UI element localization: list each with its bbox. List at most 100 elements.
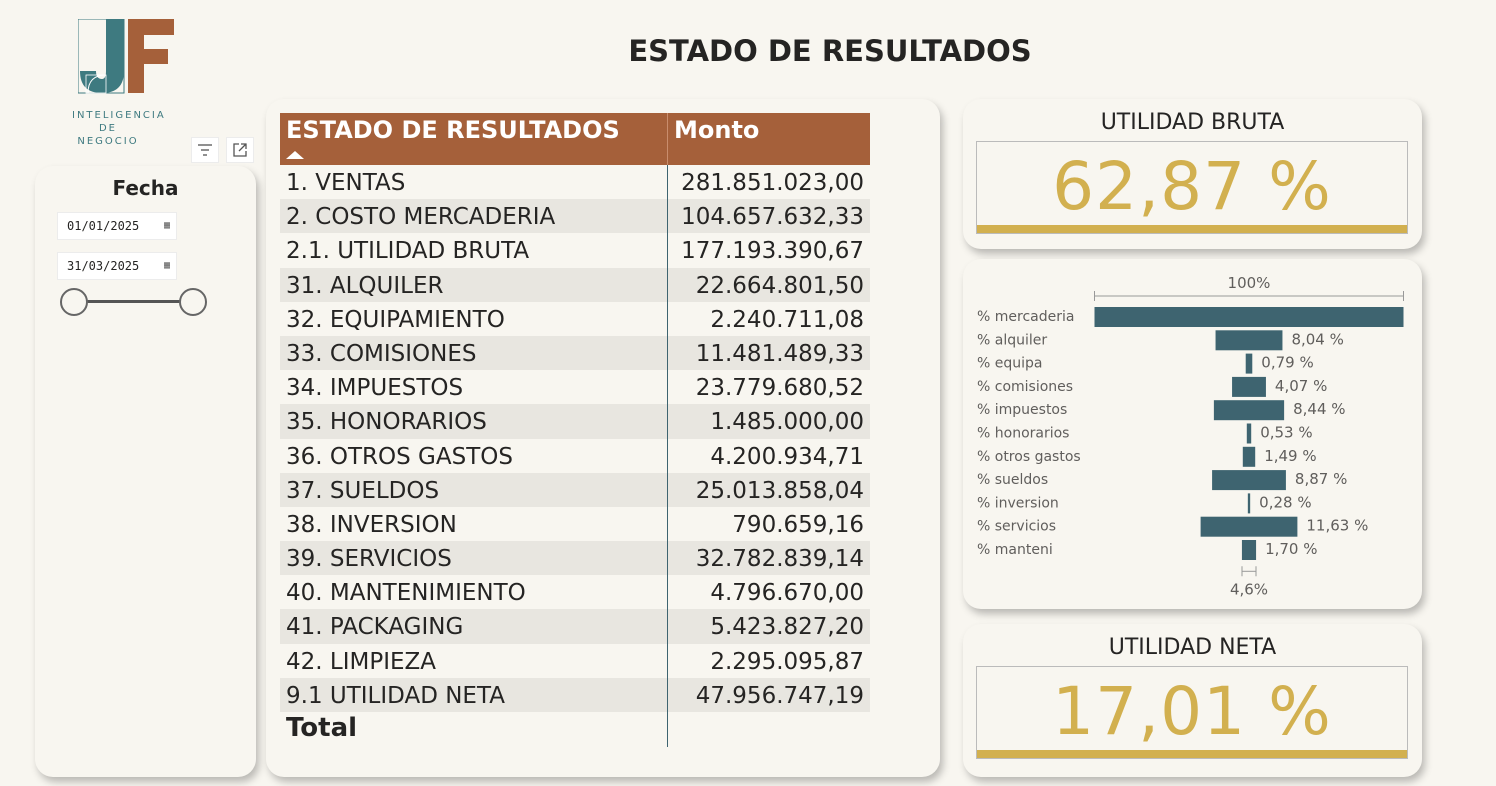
row-value: 22.664.801,50 xyxy=(695,272,864,299)
slider-end-handle[interactable] xyxy=(179,288,207,316)
bar-data-label: 11,63 % xyxy=(1306,517,1368,535)
row-value: 11.481.489,33 xyxy=(695,340,864,367)
table-row[interactable]: 38. INVERSION 790.659,16 xyxy=(280,507,870,541)
logo-tagline: INTELIGENCIA DE NEGOCIO xyxy=(72,109,166,148)
bar-data-label: 8,04 % xyxy=(1291,330,1343,348)
jf-logo-icon xyxy=(78,19,174,94)
sort-ascending-icon[interactable] xyxy=(286,151,304,159)
table-row[interactable]: 34. IMPUESTOS 23.779.680,52 xyxy=(280,370,870,404)
row-value: 4.200.934,71 xyxy=(710,443,864,470)
row-name: 40. MANTENIMIENTO xyxy=(286,580,526,607)
table-row[interactable]: 32. EQUIPAMIENTO 2.240.711,08 xyxy=(280,302,870,336)
kpi-value: 62,87 % xyxy=(1052,148,1332,225)
table-body: 1. VENTAS 281.851.023,00 2. COSTO MERCADER… xyxy=(280,165,870,712)
bar-data-label: 1,70 % xyxy=(1265,540,1317,558)
slider-start-handle[interactable] xyxy=(60,288,88,316)
table-row[interactable]: 35. HONORARIOS 1.485.000,00 xyxy=(280,404,870,439)
row-value: 177.193.390,67 xyxy=(681,238,864,265)
row-name: 37. SUELDOS xyxy=(286,477,440,504)
bar-category-label: % sueldos xyxy=(977,472,1048,488)
row-name: 9.1 UTILIDAD NETA xyxy=(286,682,505,709)
row-name: 36. OTROS GASTOS xyxy=(286,443,513,470)
row-value: 47.956.747,19 xyxy=(695,682,864,709)
kpi-card-utilidad-neta: UTILIDAD NETA 17,01 % xyxy=(963,624,1422,777)
row-value: 5.423.827,20 xyxy=(710,614,864,641)
bar-category-label: % comisiones xyxy=(977,379,1073,395)
table-row[interactable]: 31. ALQUILER 22.664.801,50 xyxy=(280,267,870,302)
bar-category-label: % otros gastos xyxy=(977,449,1081,465)
table-row[interactable]: 9.1 UTILIDAD NETA 47.956.747,19 xyxy=(280,677,870,712)
table-row[interactable]: 36. OTROS GASTOS 4.200.934,71 xyxy=(280,439,870,473)
row-value: 25.013.858,04 xyxy=(695,477,864,504)
row-name: 42. LIMPIEZA xyxy=(286,648,437,675)
row-value: 4.796.670,00 xyxy=(710,580,864,607)
bar xyxy=(1241,540,1257,560)
kpi-value-box: 17,01 % xyxy=(976,666,1408,759)
row-name: 31. ALQUILER xyxy=(286,272,444,299)
bottom-bracket-label: 4,6% xyxy=(1230,580,1268,598)
logo-line2: DE NEGOCIO xyxy=(77,123,139,147)
focus-mode-button[interactable] xyxy=(226,137,254,163)
start-date-value: 01/01/2025 xyxy=(67,219,140,233)
page-title: ESTADO DE RESULTADOS xyxy=(628,34,1032,68)
end-date-input[interactable]: 31/03/2025 ▦ xyxy=(57,252,177,280)
bar-category-label: % inversion xyxy=(977,495,1059,511)
slicer-title: Fecha xyxy=(112,176,179,200)
table-row[interactable]: 33. COMISIONES 11.481.489,33 xyxy=(280,335,870,371)
column-header-name-label: ESTADO DE RESULTADOS xyxy=(286,116,620,144)
row-name: 32. EQUIPAMIENTO xyxy=(286,306,505,333)
table-row[interactable]: 37. SUELDOS 25.013.858,04 xyxy=(280,472,870,507)
bar xyxy=(1245,353,1253,374)
table-row[interactable]: 2. COSTO MERCADERIA 104.657.632,33 xyxy=(280,199,870,234)
start-date-input[interactable]: 01/01/2025 ▦ xyxy=(57,212,177,240)
column-header-value[interactable]: Monto xyxy=(667,113,870,165)
calendar-icon[interactable]: ▦ xyxy=(164,213,170,239)
kpi-accent-bar xyxy=(977,225,1407,233)
logo-line1: INTELIGENCIA xyxy=(72,110,166,121)
row-value: 23.779.680,52 xyxy=(695,375,864,402)
bar xyxy=(1215,330,1283,351)
bar-chart-svg: 100% % mercaderia % alquiler 8,04 % % equipa… xyxy=(977,274,1404,598)
table-row[interactable]: 40. MANTENIMIENTO 4.796.670,00 xyxy=(280,575,870,609)
date-slicer: Fecha 01/01/2025 ▦ 31/03/2025 ▦ xyxy=(35,166,256,777)
total-label: Total xyxy=(286,713,358,743)
end-date-value: 31/03/2025 xyxy=(67,259,140,273)
bar xyxy=(1200,516,1298,537)
calendar-icon[interactable]: ▦ xyxy=(164,253,170,279)
filter-icon xyxy=(198,144,212,156)
bar-data-label: 0,79 % xyxy=(1261,354,1313,372)
row-name: 34. IMPUESTOS xyxy=(286,375,464,402)
column-header-name[interactable]: ESTADO DE RESULTADOS xyxy=(280,113,667,165)
date-range-slider-track[interactable] xyxy=(75,300,195,303)
bar xyxy=(1232,376,1266,397)
bar xyxy=(1212,470,1286,491)
table-header: ESTADO DE RESULTADOS Monto xyxy=(280,113,870,165)
kpi-title: UTILIDAD BRUTA xyxy=(1100,110,1285,135)
bar xyxy=(1247,493,1251,514)
row-value: 2.240.711,08 xyxy=(710,306,864,333)
bar xyxy=(1213,400,1285,421)
top-bracket-label: 100% xyxy=(1228,274,1271,292)
company-logo: INTELIGENCIA DE NEGOCIO xyxy=(72,16,182,147)
income-statement-table-card: ESTADO DE RESULTADOS Monto 1. VENTAS 281.… xyxy=(266,99,940,777)
row-value: 790.659,16 xyxy=(732,511,864,538)
column-divider xyxy=(667,165,668,747)
kpi-value: 17,01 % xyxy=(1052,673,1332,750)
filter-button[interactable] xyxy=(191,137,219,163)
bar-category-label: % impuestos xyxy=(977,402,1067,418)
bar-data-label: 1,49 % xyxy=(1264,447,1316,465)
row-name: 41. PACKAGING xyxy=(286,614,464,641)
bar xyxy=(1246,423,1252,444)
table-row[interactable]: 39. SERVICIOS 32.782.839,14 xyxy=(280,541,870,576)
table-row[interactable]: 2.1. UTILIDAD BRUTA 177.193.390,67 xyxy=(280,233,870,267)
table-row[interactable]: 42. LIMPIEZA 2.295.095,87 xyxy=(280,644,870,678)
bar-category-label: % mercaderia xyxy=(977,309,1074,325)
bar-category-label: % honorarios xyxy=(977,426,1069,442)
table-row[interactable]: 41. PACKAGING 5.423.827,20 xyxy=(280,609,870,644)
expense-percentage-chart: 100% % mercaderia % alquiler 8,04 % % equipa… xyxy=(963,259,1422,609)
row-value: 32.782.839,14 xyxy=(695,546,864,573)
table-row[interactable]: 1. VENTAS 281.851.023,00 xyxy=(280,165,870,199)
bar-category-label: % alquiler xyxy=(977,332,1047,348)
row-name: 39. SERVICIOS xyxy=(286,546,452,573)
bar-category-label: % manteni xyxy=(977,542,1053,558)
